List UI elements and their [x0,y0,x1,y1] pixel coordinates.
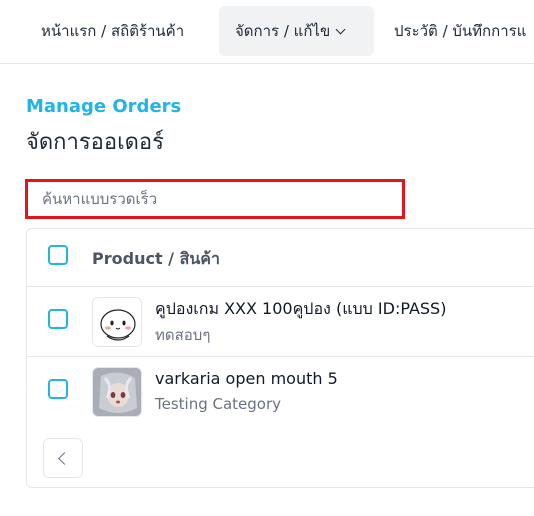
search-box [25,179,405,219]
column-header-product: Product / สินค้า [92,249,220,268]
anime-character-image [93,368,141,416]
nav-item-home-stats[interactable]: หน้าแรก / สถิติร้านค้า [41,6,184,56]
nav-item-history[interactable]: ประวัติ / บันทึกการแ [394,6,526,56]
nav-item-label: หน้าแรก / สถิติร้านค้า [41,22,185,40]
orders-table: Product / สินค้า คูปองเกม XXX 100คูปอง (… [26,228,534,488]
nav-item-label: จัดการ / แก้ไข [235,22,331,40]
cartoon-character-image [93,298,141,346]
top-navigation: หน้าแรก / สถิติร้านค้า จัดการ / แก้ไข ปร… [0,0,534,64]
nav-item-manage-edit[interactable]: จัดการ / แก้ไข [219,6,374,56]
table-row[interactable]: varkaria open mouth 5 Testing Category [27,357,534,425]
table-row[interactable]: คูปองเกม XXX 100คูปอง (แบบ ID:PASS) ทดสอ… [27,287,534,357]
row-checkbox[interactable] [48,379,68,399]
table-header-row: Product / สินค้า [27,229,534,287]
product-thumbnail [92,367,142,417]
chevron-left-icon [58,452,71,465]
page-title: จัดการออเดอร์ [26,130,164,155]
pagination-prev-button[interactable] [43,438,83,478]
product-name: คูปองเกม XXX 100คูปอง (แบบ ID:PASS) [155,299,447,318]
select-all-checkbox[interactable] [48,245,68,265]
product-name: varkaria open mouth 5 [155,369,338,388]
row-checkbox[interactable] [48,309,68,329]
product-category: Testing Category [155,395,282,413]
product-category: ทดสอบๆ [155,326,211,344]
page-subtitle: Manage Orders [26,96,182,117]
chevron-down-icon [335,24,346,35]
nav-item-label: ประวัติ / บันทึกการแ [394,22,527,40]
search-input[interactable] [28,182,402,216]
product-thumbnail [92,297,142,347]
